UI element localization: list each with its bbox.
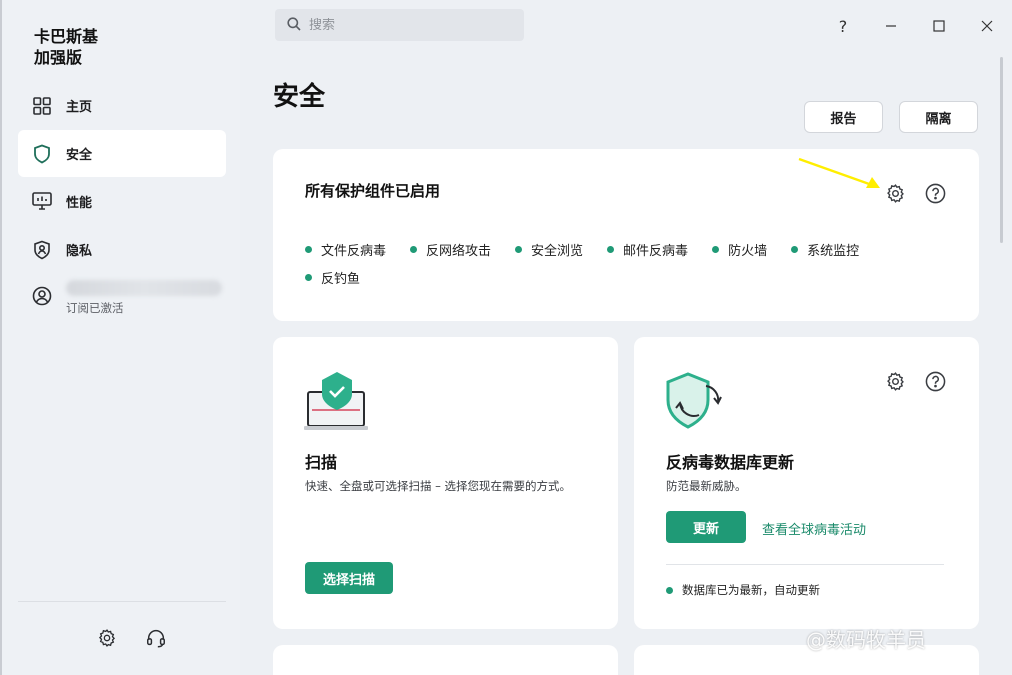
scan-laptop-icon (304, 372, 368, 430)
status-dot (666, 586, 673, 594)
scan-title: 扫描 (305, 453, 338, 472)
minimize-button[interactable] (879, 14, 903, 38)
update-shield-icon (666, 372, 722, 429)
sidebar-item-label: 隐私 (66, 244, 93, 259)
app-title: 卡巴斯基 加强版 (34, 27, 99, 67)
component-label: 反钓鱼 (321, 272, 361, 287)
component-item: 邮件反病毒 (607, 240, 688, 259)
component-item: 防火墙 (712, 240, 767, 259)
update-description: 防范最新威胁。 (666, 479, 747, 493)
status-dot (515, 246, 523, 253)
subscription-status: 订阅已激活 (66, 301, 124, 315)
component-list: 文件反病毒 反网络攻击 安全浏览 邮件反病毒 防火墙 系统监控 (305, 240, 883, 259)
sidebar: 卡巴斯基 加强版 主页 安全 性能 隐私 订阅已激活 (2, 0, 240, 675)
account-name-redacted (66, 280, 222, 296)
sidebar-item-performance[interactable]: 性能 (18, 178, 226, 225)
sidebar-item-privacy[interactable]: 隐私 (18, 226, 226, 273)
status-dot (305, 246, 312, 253)
protection-status-title: 所有保护组件已启用 (305, 182, 441, 200)
home-grid-icon (32, 96, 52, 116)
scan-card: 扫描 快速、全盘或可选择扫描 – 选择您现在需要的方式。 选择扫描 (273, 337, 618, 629)
watermark: @数码牧羊员 (806, 624, 926, 653)
gear-icon[interactable] (884, 370, 906, 392)
global-virus-activity-link[interactable]: 查看全球病毒活动 (762, 519, 866, 538)
report-button[interactable]: 报告 (804, 101, 883, 133)
update-title: 反病毒数据库更新 (666, 453, 795, 472)
card-divider (666, 564, 944, 565)
component-label: 系统监控 (807, 244, 860, 259)
sidebar-item-home[interactable]: 主页 (18, 82, 226, 129)
watermark-text: @数码牧羊员 (806, 628, 926, 652)
component-item: 系统监控 (791, 240, 859, 259)
component-label: 文件反病毒 (321, 244, 387, 259)
app-window: 卡巴斯基 加强版 主页 安全 性能 隐私 订阅已激活 搜索 ? 安全 报告 隔离… (0, 0, 1012, 675)
gear-icon[interactable] (95, 626, 119, 650)
headset-icon[interactable] (144, 626, 168, 650)
monitor-icon (32, 192, 52, 212)
sidebar-item-label: 主页 (66, 100, 93, 115)
sidebar-item-security[interactable]: 安全 (18, 130, 226, 177)
status-dot (607, 246, 615, 253)
component-item: 反钓鱼 (305, 268, 360, 287)
component-label: 防火墙 (728, 244, 768, 259)
component-label: 反网络攻击 (426, 244, 492, 259)
status-dot (791, 246, 799, 253)
close-button[interactable] (975, 14, 999, 38)
page-title: 安全 (273, 82, 326, 112)
sidebar-nav: 主页 安全 性能 隐私 (18, 82, 226, 274)
component-item: 文件反病毒 (305, 240, 386, 259)
component-label: 邮件反病毒 (623, 244, 689, 259)
sidebar-item-label: 性能 (66, 196, 93, 211)
user-icon (32, 286, 52, 306)
status-dot (410, 246, 418, 253)
maximize-button[interactable] (927, 14, 951, 38)
component-label: 安全浏览 (531, 244, 584, 259)
component-list-row-2: 反钓鱼 (305, 268, 384, 287)
gear-icon[interactable] (884, 182, 906, 204)
privacy-shield-icon (32, 240, 52, 260)
search-icon (287, 16, 301, 35)
account-item[interactable]: 订阅已激活 (32, 278, 222, 316)
search-box[interactable] (275, 9, 524, 41)
database-status: 数据库已为最新，自动更新 (666, 582, 820, 598)
select-scan-button[interactable]: 选择扫描 (305, 562, 393, 594)
help-window-button[interactable]: ? (831, 14, 855, 38)
help-circle-icon[interactable] (924, 182, 946, 204)
sidebar-divider (18, 601, 226, 602)
annotation-arrow-icon (798, 157, 880, 188)
search-input[interactable] (309, 17, 509, 33)
sidebar-item-label: 安全 (66, 148, 93, 163)
help-circle-icon[interactable] (924, 370, 946, 392)
quarantine-button[interactable]: 隔离 (899, 101, 978, 133)
account-details: 订阅已激活 (66, 278, 222, 316)
scrollbar[interactable] (1000, 57, 1003, 243)
component-item: 反网络攻击 (410, 240, 491, 259)
status-dot (305, 274, 312, 281)
update-button[interactable]: 更新 (666, 511, 746, 543)
component-item: 安全浏览 (515, 240, 583, 259)
status-dot (712, 246, 720, 253)
next-card-left (273, 645, 618, 675)
database-update-card: 反病毒数据库更新 防范最新威胁。 更新 查看全球病毒活动 数据库已为最新，自动更… (634, 337, 979, 629)
database-status-label: 数据库已为最新，自动更新 (682, 583, 820, 597)
scan-description: 快速、全盘或可选择扫描 – 选择您现在需要的方式。 (305, 479, 572, 493)
shield-icon (32, 144, 52, 164)
